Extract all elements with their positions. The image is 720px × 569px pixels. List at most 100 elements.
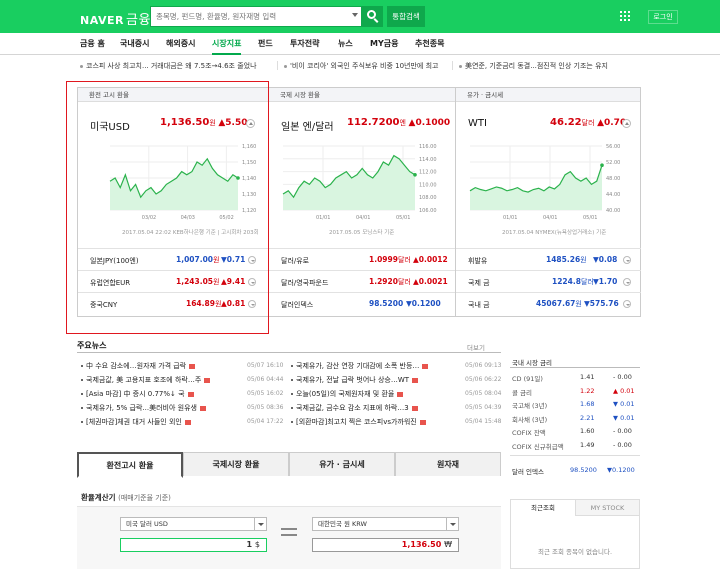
- main-nav: [0, 33, 720, 55]
- oil-gold-panel: 유가 · 금시세 WTI 46.22달러 ▲0.70 56.00 52.00 48.…: [455, 88, 641, 316]
- chevron-down-icon: [446, 518, 458, 530]
- rate-label[interactable]: 국고채 (3년): [512, 400, 547, 410]
- ticker-item[interactable]: '비이 코리아' 외국인 주식보유 비중 10년만에 최고: [284, 61, 449, 71]
- nav-finance-home[interactable]: 금융 홈: [80, 38, 105, 49]
- chart-footnote: 2017.05.05 모닝스타 기준: [329, 230, 395, 236]
- dollar-index-label[interactable]: 달러 인덱스: [512, 466, 544, 476]
- tab-oil-gold[interactable]: 유가 · 금시세: [289, 452, 395, 476]
- dropdown-icon: [623, 278, 631, 286]
- panel-quote: 46.22달러 ▲0.70: [550, 117, 627, 128]
- nav-my-finance[interactable]: MY금융: [370, 38, 398, 49]
- rate-value: 1.49: [580, 440, 595, 449]
- expand-icon[interactable]: [622, 119, 631, 128]
- quote-row[interactable]: 달러/영국파운드 1.2920달러 ▲0.0021: [269, 270, 456, 292]
- news-item[interactable]: 국제유가, 5% 급락...美러비아 원유생: [81, 403, 206, 413]
- equals-icon: [281, 528, 297, 540]
- search-button[interactable]: [362, 6, 383, 27]
- news-item[interactable]: 국제금값, 美 고용지표 호조에 하락…주: [81, 375, 211, 385]
- news-item[interactable]: 국제유가, 감산 연장 기대감에 소폭 반등…: [291, 361, 429, 371]
- nav-investment-strategy[interactable]: 투자전략: [290, 38, 319, 49]
- news-date: 05/07 16:10: [247, 362, 284, 369]
- calculator-title: 환율계산기 (매매기준율 기준): [81, 493, 171, 502]
- dropdown-icon: [623, 300, 631, 308]
- nav-domestic-stocks[interactable]: 국내증시: [120, 38, 149, 49]
- ticker-divider: [277, 61, 278, 70]
- last-point: [600, 163, 604, 167]
- market-divider: [510, 367, 640, 368]
- news-item[interactable]: 국제유가, 전날 급락 벗어나 상승…WT: [291, 375, 419, 385]
- news-divider: [77, 352, 501, 353]
- news-date: 05/05 04:39: [465, 404, 502, 411]
- rate-label[interactable]: 회사채 (3년): [512, 414, 547, 424]
- from-amount-input[interactable]: 1 $: [120, 538, 267, 552]
- news-title: 주요뉴스: [77, 341, 107, 350]
- rate-label[interactable]: COFIX 잔액: [512, 427, 546, 437]
- nav-foreign-stocks[interactable]: 해외증시: [166, 38, 195, 49]
- quote-row[interactable]: 달러인덱스 98.5200 ▼0.1200: [269, 292, 456, 314]
- login-button[interactable]: 로그인: [648, 10, 678, 24]
- news-date: 05/04 17:22: [247, 418, 284, 425]
- recent-empty-message: 최근 조회 종목이 없습니다.: [537, 548, 613, 556]
- search-box[interactable]: [150, 6, 362, 27]
- quote-row[interactable]: 휘발유 1485.26원 ▼0.08: [456, 248, 641, 270]
- rate-change: - 0.00: [613, 427, 632, 435]
- y-tick-label: 108.00: [419, 195, 437, 201]
- rate-label[interactable]: COFIX 신규취급액: [512, 441, 564, 451]
- news-date: 05/05 16:02: [247, 390, 284, 397]
- news-icon: [412, 377, 419, 383]
- rate-value: 1.41: [580, 373, 595, 381]
- rate-label[interactable]: CD (91일): [512, 373, 543, 383]
- news-date: 05/06 06:22: [465, 376, 502, 383]
- naver-finance-logo[interactable]: NAVER 금융: [80, 9, 151, 28]
- x-tick-label: 04/01: [356, 215, 370, 221]
- chevron-down-icon: [254, 518, 266, 530]
- search-dropdown-icon[interactable]: [352, 13, 358, 17]
- y-tick-label: 48.00: [606, 176, 620, 182]
- news-item[interactable]: [Asia 마감] 中 증시 0.77%↓ 국: [81, 389, 194, 399]
- panel-header: 유가 · 금시세: [456, 88, 640, 102]
- tab-exchange-notice[interactable]: 환전고시 환율: [77, 452, 183, 478]
- quote-row[interactable]: 달러/유로 1.0999달러 ▲0.0012: [269, 248, 456, 270]
- panel-title[interactable]: 일본 엔/달러: [281, 118, 334, 133]
- y-tick-label: 40.00: [606, 208, 620, 214]
- dollar-index-change: ▼0.1200: [607, 466, 635, 474]
- nav-news[interactable]: 뉴스: [338, 38, 353, 49]
- rate-value: 1.60: [580, 427, 595, 435]
- rate-label[interactable]: 콜 금리: [512, 387, 532, 397]
- y-tick-label: 114.00: [419, 157, 437, 163]
- news-item[interactable]: 국제금값, 금수요 감소 지표에 하락…3: [291, 403, 418, 413]
- tab-recent[interactable]: 최근조회: [511, 500, 576, 516]
- panel-title[interactable]: WTI: [468, 118, 487, 129]
- news-icon: [189, 363, 196, 369]
- y-tick-label: 112.00: [419, 170, 437, 176]
- news-item[interactable]: [체권마감]체권 대거 사들인 외인: [81, 417, 191, 427]
- nav-funds[interactable]: 펀드: [258, 38, 273, 49]
- quote-row[interactable]: 국내 금 45067.67원 ▼575.76: [456, 292, 641, 314]
- grid-menu-icon[interactable]: [620, 11, 631, 22]
- search-input[interactable]: [151, 7, 336, 26]
- ticker-item[interactable]: 美연준, 기준금리 동결...점진적 인상 기조는 유지: [459, 61, 639, 71]
- news-icon: [419, 419, 426, 425]
- news-icon: [199, 405, 206, 411]
- recent-box: 최근조회 MY STOCK 최근 조회 종목이 없습니다.: [510, 499, 640, 569]
- quote-row[interactable]: 국제 금 1224.8달러 ▼1.70: [456, 270, 641, 292]
- news-item[interactable]: [외환마감]최고치 찍은 코스피vs가까워진: [291, 417, 426, 427]
- chart-footnote: 2017.05.04 NYMEX(뉴욕상업거래소) 기준: [502, 230, 607, 236]
- ticker-item[interactable]: 코스피 사상 최고치... 거래대금은 왜 7.5조→4.6조 줄었나: [80, 61, 270, 71]
- ticker-divider: [452, 61, 453, 70]
- nav-market-indicators[interactable]: 시장지표: [212, 38, 242, 55]
- nav-recommended[interactable]: 추천종목: [415, 38, 444, 49]
- y-tick-label: 52.00: [606, 160, 620, 166]
- tab-my-stock[interactable]: MY STOCK: [576, 500, 639, 516]
- news-icon: [411, 405, 418, 411]
- x-tick-label: 05/01: [396, 215, 410, 221]
- from-currency-select[interactable]: 미국 달러 USD: [120, 517, 267, 531]
- news-item[interactable]: 오늘(05일)의 국제원자재 및 환율: [291, 389, 404, 399]
- tab-intl-exchange[interactable]: 국제시장 환율: [183, 452, 289, 476]
- y-tick-label: 110.00: [419, 182, 437, 188]
- to-currency-select[interactable]: 대한민국 원 KRW: [312, 517, 459, 531]
- news-more-link[interactable]: 더보기: [467, 342, 485, 352]
- tab-commodities[interactable]: 원자재: [395, 452, 501, 476]
- news-item[interactable]: 中 수요 감소에…원자재 가격 급락: [81, 361, 196, 371]
- all-search-button[interactable]: 통합검색: [387, 6, 425, 27]
